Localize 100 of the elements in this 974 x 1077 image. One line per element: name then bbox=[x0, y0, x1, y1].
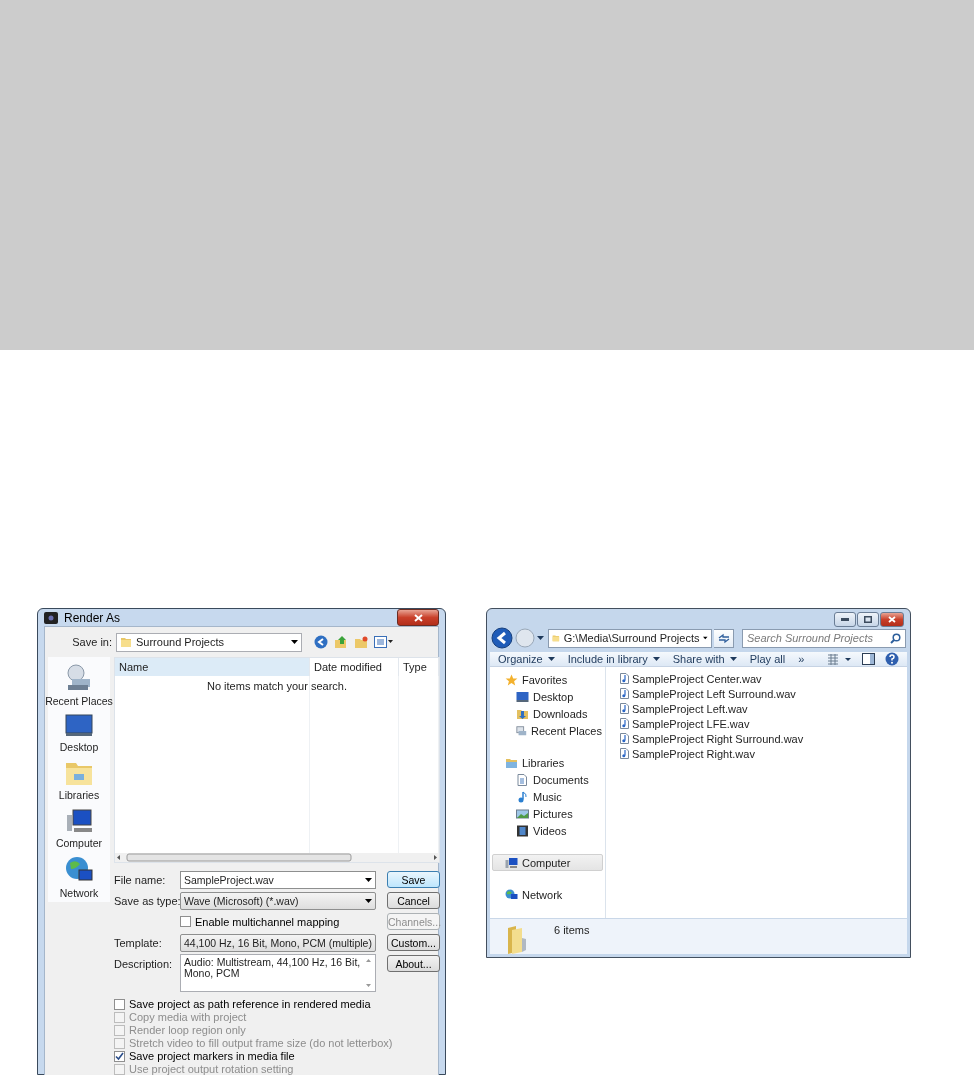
close-button[interactable] bbox=[880, 612, 904, 627]
audio-file-icon bbox=[620, 673, 629, 684]
file-name-field[interactable]: SampleProject.wav bbox=[180, 870, 376, 889]
preview-pane-icon[interactable] bbox=[862, 653, 875, 665]
window-title: Render As bbox=[64, 610, 122, 625]
folder-icon bbox=[552, 632, 560, 644]
maximize-button[interactable] bbox=[857, 612, 879, 627]
minimize-button[interactable] bbox=[834, 612, 856, 627]
close-icon bbox=[413, 613, 423, 622]
app-icon bbox=[44, 611, 58, 624]
dropdown-arrow-icon bbox=[729, 657, 737, 661]
file-item[interactable]: SampleProject Left Surround.wav bbox=[620, 686, 907, 701]
close-icon bbox=[888, 616, 896, 623]
audio-file-icon bbox=[620, 718, 629, 729]
toolbar-button[interactable]: Play all bbox=[749, 653, 786, 665]
computer-icon bbox=[505, 856, 518, 869]
dropdown[interactable]: 44,100 Hz, 16 Bit, Mono, PCM (multiple) bbox=[180, 933, 376, 952]
address-bar[interactable]: G:\Media\Surround Projects bbox=[548, 628, 712, 648]
place-item[interactable]: Recent Places bbox=[45, 695, 113, 707]
pictures-icon bbox=[516, 807, 529, 820]
item-count: 6 items bbox=[554, 924, 590, 936]
field-label: Description: bbox=[114, 957, 173, 970]
file-item[interactable]: SampleProject Right.wav bbox=[620, 746, 907, 761]
refresh-button[interactable] bbox=[714, 628, 734, 648]
nav-item[interactable]: Recent Places bbox=[492, 722, 603, 739]
field-label: Template: bbox=[114, 936, 162, 949]
field-label: File name: bbox=[114, 873, 166, 886]
minimize-icon bbox=[841, 618, 849, 621]
downloads-icon bbox=[516, 707, 529, 720]
dropdown[interactable]: Wave (Microsoft) (*.wav) bbox=[180, 891, 376, 910]
checkmark-icon bbox=[115, 1051, 124, 1061]
toolbar-button[interactable]: Include in library bbox=[567, 653, 660, 665]
nav-item[interactable]: Computer bbox=[492, 854, 603, 871]
dropdown-arrow-icon bbox=[365, 898, 372, 903]
dropdown-arrow-icon bbox=[547, 657, 555, 661]
maximize-icon bbox=[864, 616, 872, 623]
checkbox[interactable]: Enable multichannel mapping bbox=[180, 915, 340, 928]
dialog-button[interactable]: About... bbox=[387, 955, 440, 972]
file-item[interactable]: SampleProject Center.wav bbox=[620, 671, 907, 686]
audio-file-icon bbox=[620, 688, 629, 699]
up-folder-icon[interactable] bbox=[334, 635, 348, 649]
file-item[interactable]: SampleProject Left.wav bbox=[620, 701, 907, 716]
music-note-icon bbox=[516, 790, 529, 803]
file-item[interactable]: SampleProject LFE.wav bbox=[620, 716, 907, 731]
dialog-button[interactable]: Custom... bbox=[387, 934, 440, 951]
file-item[interactable]: SampleProject Right Surround.wav bbox=[620, 731, 907, 746]
document-icon bbox=[516, 773, 529, 786]
network-icon bbox=[505, 888, 518, 901]
checkbox[interactable]: Save project markers in media file bbox=[114, 1050, 440, 1062]
place-item[interactable]: Network bbox=[59, 887, 99, 899]
help-icon[interactable] bbox=[885, 652, 899, 666]
audio-file-icon bbox=[620, 748, 629, 759]
search-icon bbox=[890, 632, 901, 644]
nav-item[interactable]: Pictures bbox=[492, 805, 603, 822]
toolbar-button[interactable]: Organize bbox=[498, 653, 555, 665]
close-button[interactable] bbox=[397, 609, 439, 626]
nav-item[interactable]: Downloads bbox=[492, 705, 603, 722]
film-icon bbox=[516, 824, 529, 837]
audio-file-icon bbox=[620, 703, 629, 714]
checkbox[interactable]: Save project as path reference in rendered media bbox=[114, 998, 440, 1010]
folder-icon bbox=[120, 636, 132, 648]
description-field: Audio: Multistream, 44,100 Hz, 16 Bit, Mono, PCM bbox=[180, 954, 376, 992]
nav-item[interactable]: Favorites bbox=[492, 671, 603, 688]
nav-item[interactable]: Network bbox=[492, 886, 603, 903]
save-in-dropdown[interactable]: Surround Projects bbox=[116, 632, 302, 652]
dropdown-arrow-icon bbox=[291, 640, 298, 644]
view-options-icon[interactable] bbox=[828, 653, 852, 665]
toolbar-button[interactable]: Share with bbox=[672, 653, 737, 665]
recent-places-icon bbox=[516, 724, 528, 737]
nav-item[interactable]: Desktop bbox=[492, 688, 603, 705]
dropdown-arrow-icon bbox=[365, 877, 372, 882]
place-item[interactable]: Computer bbox=[55, 837, 103, 849]
desktop-icon bbox=[516, 690, 529, 703]
nav-item[interactable]: Documents bbox=[492, 771, 603, 788]
column-header[interactable]: Name bbox=[115, 658, 310, 676]
audio-file-icon bbox=[620, 733, 629, 744]
dropdown-arrow-icon bbox=[703, 636, 708, 640]
new-folder-icon[interactable] bbox=[354, 635, 368, 649]
dialog-button[interactable]: Cancel bbox=[387, 892, 440, 909]
refresh-icon bbox=[717, 632, 730, 644]
history-dropdown-icon[interactable] bbox=[537, 636, 544, 640]
horizontal-scrollbar[interactable] bbox=[115, 853, 439, 862]
vertical-scrollbar[interactable] bbox=[365, 957, 372, 989]
computer-icon bbox=[64, 807, 94, 835]
dropdown-arrow-icon bbox=[652, 657, 660, 661]
desktop-icon bbox=[64, 713, 94, 739]
empty-message: No items match your search. bbox=[206, 680, 348, 692]
libraries-icon bbox=[505, 756, 518, 769]
nav-item[interactable]: Music bbox=[492, 788, 603, 805]
place-item[interactable]: Libraries bbox=[58, 789, 100, 801]
nav-item[interactable]: Libraries bbox=[492, 754, 603, 771]
search-field[interactable]: Search Surround Projects bbox=[742, 628, 906, 648]
place-item[interactable]: Desktop bbox=[59, 741, 99, 753]
save-in-label: Save in: bbox=[71, 636, 113, 648]
dialog-button[interactable]: Save bbox=[387, 871, 440, 888]
toolbar-button[interactable]: » bbox=[798, 653, 805, 665]
back-button[interactable] bbox=[491, 627, 513, 649]
back-icon[interactable] bbox=[314, 635, 328, 649]
view-menu-icon[interactable] bbox=[374, 636, 394, 648]
nav-item[interactable]: Videos bbox=[492, 822, 603, 839]
